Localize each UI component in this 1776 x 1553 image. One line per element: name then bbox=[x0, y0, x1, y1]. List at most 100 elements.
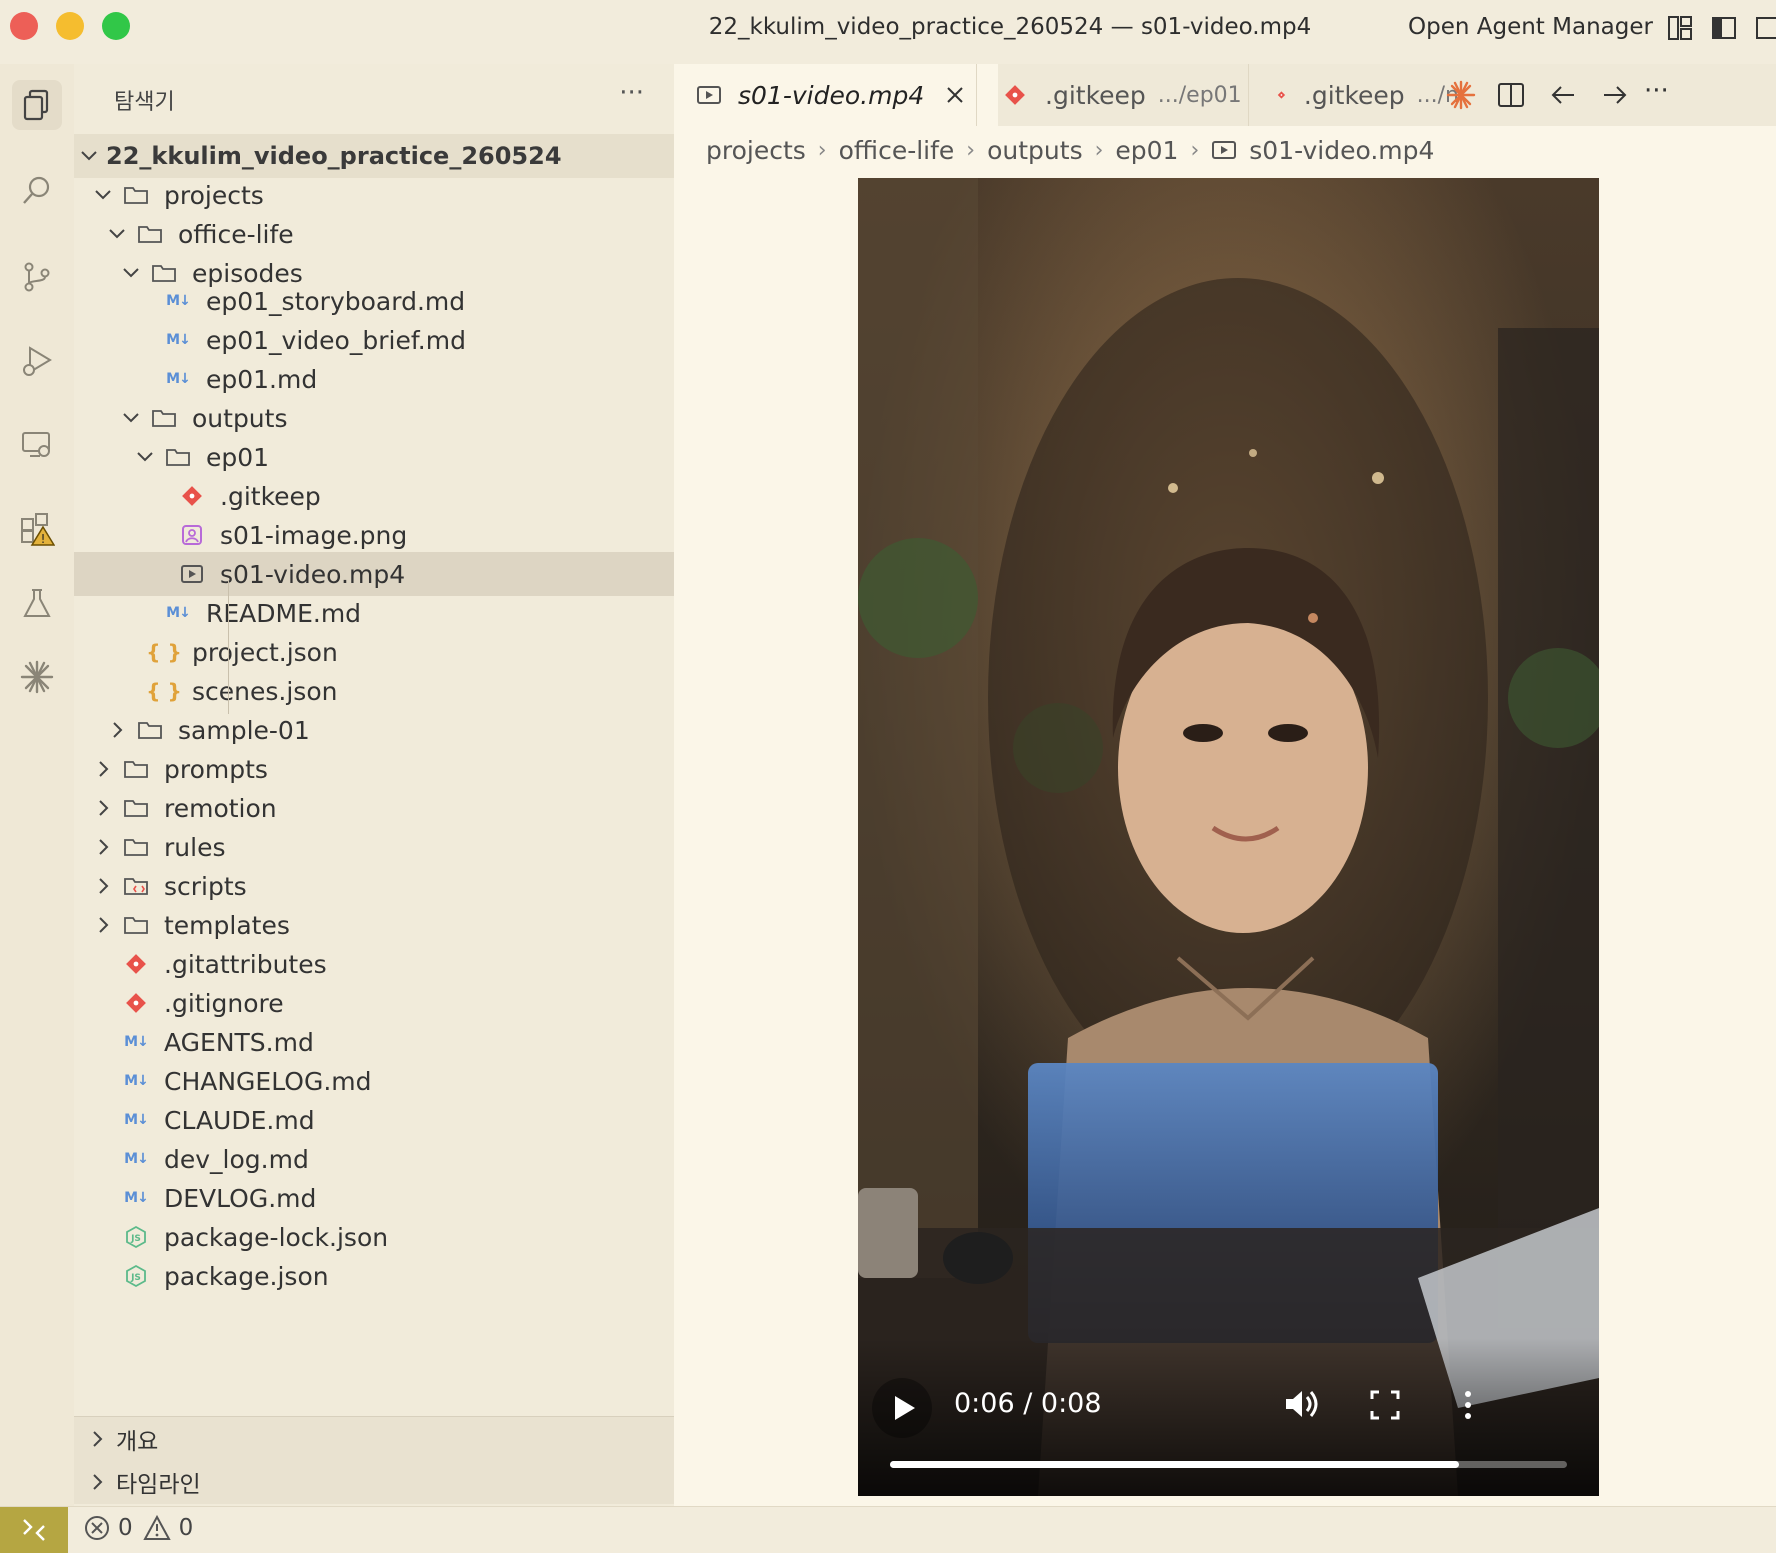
video-progress-fill bbox=[890, 1461, 1459, 1468]
tree-folder-ep01[interactable]: ep01 bbox=[74, 435, 674, 479]
remote-indicator[interactable] bbox=[0, 1507, 68, 1553]
tab-gitkeep-n[interactable]: .gitkeep .../n bbox=[1248, 64, 1459, 126]
claude-sparkle-icon[interactable] bbox=[12, 652, 62, 702]
tree-folder-projects[interactable]: projects bbox=[74, 173, 674, 217]
explorer-sidebar: 탐색기 ··· 22_kkulim_video_practice_260524 … bbox=[74, 64, 674, 1506]
arrow-right-icon[interactable] bbox=[1600, 80, 1630, 110]
tree-file-project-json[interactable]: { } project.json bbox=[74, 630, 674, 674]
outline-section[interactable]: 개요 bbox=[74, 1416, 674, 1461]
tree-folder-templates[interactable]: templates bbox=[74, 903, 674, 947]
explorer-more-button[interactable]: ··· bbox=[619, 78, 644, 108]
tree-folder-outputs[interactable]: outputs bbox=[74, 396, 674, 440]
tab-gitkeep-ep01[interactable]: .gitkeep .../ep01 bbox=[976, 64, 1275, 126]
tree-folder-prompts[interactable]: prompts bbox=[74, 747, 674, 791]
claude-sparkle-icon[interactable] bbox=[1446, 80, 1476, 110]
open-agent-manager-button[interactable]: Open Agent Manager bbox=[1408, 14, 1653, 40]
tree-folder-rules[interactable]: rules bbox=[74, 825, 674, 869]
source-control-icon[interactable] bbox=[12, 252, 62, 302]
file-tree: 22_kkulim_video_practice_260524 projects… bbox=[74, 134, 674, 1414]
fullscreen-icon[interactable] bbox=[1368, 1388, 1402, 1422]
tree-file-ep01-md[interactable]: M↓ ep01.md bbox=[74, 357, 674, 401]
tree-file-package-lock[interactable]: JS package-lock.json bbox=[74, 1215, 674, 1259]
folder-icon bbox=[122, 794, 150, 822]
volume-icon[interactable] bbox=[1281, 1384, 1321, 1424]
timeline-section[interactable]: 타임라인 bbox=[74, 1460, 674, 1504]
search-icon[interactable] bbox=[12, 166, 62, 216]
tree-item-label: DEVLOG.md bbox=[164, 1183, 317, 1213]
markdown-file-icon: M↓ bbox=[124, 1151, 149, 1167]
tree-file-changelog[interactable]: M↓ CHANGELOG.md bbox=[74, 1059, 674, 1103]
close-window-button[interactable] bbox=[10, 12, 38, 40]
tree-item-label: .gitignore bbox=[164, 988, 284, 1018]
status-bar: 0 0 bbox=[0, 1506, 1776, 1553]
toggle-panel-icon[interactable] bbox=[1754, 14, 1776, 42]
close-tab-icon[interactable] bbox=[944, 84, 966, 106]
run-debug-icon[interactable] bbox=[12, 336, 62, 386]
tree-file-dev-log[interactable]: M↓ dev_log.md bbox=[74, 1137, 674, 1181]
split-editor-icon[interactable] bbox=[1496, 80, 1526, 110]
tree-root-folder[interactable]: 22_kkulim_video_practice_260524 bbox=[74, 134, 674, 178]
tab-s01-video[interactable]: s01-video.mp4 bbox=[674, 64, 998, 126]
minimize-window-button[interactable] bbox=[56, 12, 84, 40]
tree-file-claude[interactable]: M↓ CLAUDE.md bbox=[74, 1098, 674, 1142]
tree-item-label: projects bbox=[164, 180, 264, 210]
tree-file-scenes-json[interactable]: { } scenes.json bbox=[74, 669, 674, 713]
tree-item-label: .gitattributes bbox=[164, 949, 327, 979]
chevron-right-icon bbox=[99, 878, 109, 894]
tree-file-ep01-video-brief[interactable]: M↓ ep01_video_brief.md bbox=[74, 318, 674, 362]
tree-file-s01-image[interactable]: s01-image.png bbox=[74, 513, 674, 557]
zoom-window-button[interactable] bbox=[102, 12, 130, 40]
git-file-icon bbox=[178, 482, 206, 510]
tree-item-label: s01-video.mp4 bbox=[220, 559, 406, 589]
testing-flask-icon[interactable] bbox=[12, 578, 62, 628]
customize-layout-icon[interactable] bbox=[1666, 14, 1694, 42]
toggle-sidebar-icon[interactable] bbox=[1710, 14, 1738, 42]
tree-item-label: AGENTS.md bbox=[164, 1027, 314, 1057]
tree-folder-sample-01[interactable]: sample-01 bbox=[74, 708, 674, 752]
breadcrumb-item[interactable]: office-life bbox=[839, 136, 955, 165]
tree-file-devlog[interactable]: M↓ DEVLOG.md bbox=[74, 1176, 674, 1220]
arrow-left-icon[interactable] bbox=[1548, 80, 1578, 110]
tree-item-label: ep01_video_brief.md bbox=[206, 325, 466, 355]
breadcrumb-item[interactable]: outputs bbox=[987, 136, 1082, 165]
chevron-right-icon bbox=[99, 839, 109, 855]
svg-text:JS: JS bbox=[130, 1234, 141, 1244]
tree-folder-scripts[interactable]: scripts bbox=[74, 864, 674, 908]
error-count: 0 bbox=[118, 1515, 133, 1541]
explorer-icon[interactable] bbox=[12, 80, 62, 130]
tree-file-gitkeep[interactable]: .gitkeep bbox=[74, 474, 674, 518]
tree-file-gitattributes[interactable]: .gitattributes bbox=[74, 942, 674, 986]
breadcrumb-item[interactable]: ep01 bbox=[1115, 136, 1178, 165]
breadcrumb-item[interactable]: s01-video.mp4 bbox=[1249, 136, 1434, 165]
nodejs-file-icon: JS bbox=[122, 1223, 150, 1251]
tree-file-agents[interactable]: M↓ AGENTS.md bbox=[74, 1020, 674, 1064]
video-file-icon bbox=[1212, 141, 1237, 159]
timeline-label: 타임라인 bbox=[116, 1472, 201, 1498]
tree-file-package-json[interactable]: JS package.json bbox=[74, 1254, 674, 1298]
tab-label: .gitkeep bbox=[1045, 80, 1146, 110]
more-options-icon[interactable] bbox=[1458, 1388, 1478, 1422]
problems-indicator[interactable]: 0 0 bbox=[84, 1515, 193, 1541]
image-file-icon bbox=[178, 521, 206, 549]
remote-explorer-icon[interactable] bbox=[12, 420, 62, 470]
video-progress-bar[interactable] bbox=[890, 1461, 1567, 1468]
extensions-warning-icon[interactable]: ! bbox=[12, 504, 62, 554]
tree-file-readme[interactable]: M↓ README.md bbox=[74, 591, 674, 635]
markdown-file-icon: M↓ bbox=[124, 1034, 149, 1050]
folder-icon bbox=[136, 220, 164, 248]
git-file-icon bbox=[1005, 85, 1025, 105]
tree-file-ep01-storyboard[interactable]: M↓ ep01_storyboard.md bbox=[74, 279, 674, 323]
tree-file-s01-video[interactable]: s01-video.mp4 bbox=[74, 552, 674, 596]
breadcrumb-item[interactable]: projects bbox=[706, 136, 806, 165]
tree-folder-remotion[interactable]: remotion bbox=[74, 786, 674, 830]
tree-item-label: README.md bbox=[206, 598, 362, 628]
tree-file-gitignore[interactable]: .gitignore bbox=[74, 981, 674, 1025]
tree-folder-office-life[interactable]: office-life bbox=[74, 212, 674, 256]
indent-guide bbox=[228, 580, 229, 714]
tree-item-label: remotion bbox=[164, 793, 277, 823]
play-button[interactable] bbox=[870, 1376, 934, 1440]
editor-area: s01-video.mp4 .gitkeep .../ep01 .gitkeep… bbox=[674, 64, 1776, 1506]
tab-label: s01-video.mp4 bbox=[738, 80, 925, 110]
editor-more-actions-button[interactable]: ··· bbox=[1644, 76, 1669, 106]
video-player[interactable]: 0:06 / 0:08 bbox=[858, 178, 1599, 1496]
